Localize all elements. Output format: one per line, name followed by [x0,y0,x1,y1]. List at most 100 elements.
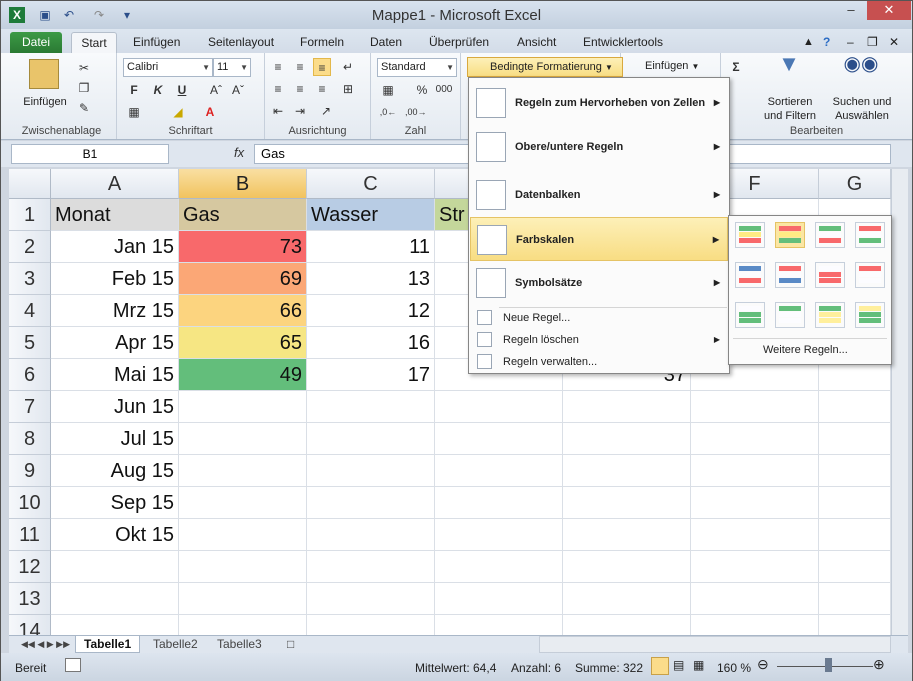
tab-entwicklertools[interactable]: Entwicklertools [577,32,669,53]
row-header[interactable]: 12 [9,551,51,583]
tab-einfuegen[interactable]: Einfügen [127,32,186,53]
row-header[interactable]: 13 [9,583,51,615]
cell[interactable]: 73 [179,231,307,263]
tab-ansicht[interactable]: Ansicht [511,32,562,53]
sheet-nav-icon[interactable]: ◀◀ ◀ ▶ ▶▶ [13,636,78,653]
paste-icon[interactable] [29,59,59,89]
cell[interactable] [307,551,435,583]
cell[interactable] [307,615,435,635]
cell[interactable] [691,615,819,635]
menu-item-manage-rules[interactable]: Regeln verwalten... [470,351,728,373]
row-header[interactable]: 5 [9,327,51,359]
orientation-icon[interactable]: ↗ [317,102,335,120]
cell[interactable] [435,455,563,487]
cell[interactable] [179,423,307,455]
merge-icon[interactable]: ⊞ [339,80,357,98]
cell[interactable] [819,487,891,519]
cell[interactable] [819,391,891,423]
cell[interactable] [435,487,563,519]
cell[interactable]: 17 [307,359,435,391]
cell[interactable] [563,551,691,583]
cell[interactable]: Jun 15 [51,391,179,423]
cell[interactable] [563,615,691,635]
font-name-combo[interactable]: Calibri ▼ [123,58,213,77]
cell[interactable] [179,391,307,423]
cell[interactable]: 49 [179,359,307,391]
cell[interactable] [563,391,691,423]
sheet-tab-3[interactable]: Tabelle3 [209,636,270,653]
cell[interactable]: Mai 15 [51,359,179,391]
wrap-text-icon[interactable]: ↵ [339,58,357,76]
cell[interactable] [307,455,435,487]
row-header[interactable]: 1 [9,199,51,231]
sheet-tab-1[interactable]: Tabelle1 [75,636,141,653]
select-all-corner[interactable] [9,169,51,199]
cell[interactable] [179,455,307,487]
cell[interactable]: Sep 15 [51,487,179,519]
borders-icon[interactable]: ▦ [125,103,143,121]
more-rules-link[interactable]: Weitere Regeln... [763,344,848,356]
cell[interactable] [435,391,563,423]
cell[interactable]: 13 [307,263,435,295]
cell[interactable] [435,583,563,615]
color-scale-option[interactable] [815,262,845,288]
color-scale-option[interactable] [855,222,885,248]
tab-daten[interactable]: Daten [364,32,408,53]
row-header[interactable]: 4 [9,295,51,327]
cell[interactable]: Aug 15 [51,455,179,487]
paste-button[interactable]: Einfügen [15,95,75,109]
menu-item-new-rule[interactable]: Neue Regel... [470,307,728,329]
menu-item-icon-sets[interactable]: Symbolsätze ▶ [470,261,728,305]
cell[interactable] [179,487,307,519]
cell[interactable] [307,583,435,615]
cell[interactable]: Monat [51,199,179,231]
menu-item-clear-rules[interactable]: Regeln löschen ▶ [470,329,728,351]
cell[interactable]: 11 [307,231,435,263]
align-center-icon[interactable]: ≡ [291,80,309,98]
sheet-tab-2[interactable]: Tabelle2 [145,636,206,653]
row-header[interactable]: 3 [9,263,51,295]
normal-view-icon[interactable] [651,657,669,675]
cell[interactable]: Jul 15 [51,423,179,455]
menu-item-highlight-rules[interactable]: Regeln zum Hervorheben von Zellen ▶ [470,81,728,125]
fill-color-icon[interactable]: ◢ [169,103,187,121]
find-select-button[interactable]: Suchen und Auswählen [825,95,899,123]
column-header-a[interactable]: A [51,169,179,199]
cut-icon[interactable]: ✂ [75,59,93,77]
align-top-icon[interactable]: ≡ [269,58,287,76]
cell[interactable] [691,391,819,423]
cell[interactable] [691,487,819,519]
tab-start[interactable]: Start [71,32,117,53]
color-scale-option[interactable] [815,302,845,328]
indent-decrease-icon[interactable]: ⇤ [269,102,287,120]
cell[interactable] [819,423,891,455]
cell[interactable]: 12 [307,295,435,327]
cell[interactable]: 69 [179,263,307,295]
tab-seitenlayout[interactable]: Seitenlayout [202,32,280,53]
cell[interactable] [819,455,891,487]
cell[interactable] [179,615,307,635]
underline-button[interactable]: U [173,81,191,99]
row-header[interactable]: 9 [9,455,51,487]
format-painter-icon[interactable]: ✎ [75,99,93,117]
row-header[interactable]: 2 [9,231,51,263]
font-size-combo[interactable]: 11 ▼ [213,58,251,77]
vertical-scrollbar[interactable] [891,169,908,635]
bold-button[interactable]: F [125,81,143,99]
thousands-button[interactable]: 000 [435,81,453,99]
color-scale-option[interactable] [815,222,845,248]
color-scale-option[interactable] [855,262,885,288]
cell[interactable]: Feb 15 [51,263,179,295]
cell[interactable] [435,551,563,583]
cell[interactable] [691,551,819,583]
align-right-icon[interactable]: ≡ [313,80,331,98]
cell[interactable]: Apr 15 [51,327,179,359]
row-header[interactable]: 8 [9,423,51,455]
cell[interactable] [435,519,563,551]
cell[interactable] [307,423,435,455]
color-scale-option[interactable] [735,302,765,328]
page-layout-view-icon[interactable]: ▤ [673,658,684,672]
currency-icon[interactable]: ▦ [379,81,397,99]
cell[interactable]: Wasser [307,199,435,231]
cell[interactable] [819,615,891,635]
